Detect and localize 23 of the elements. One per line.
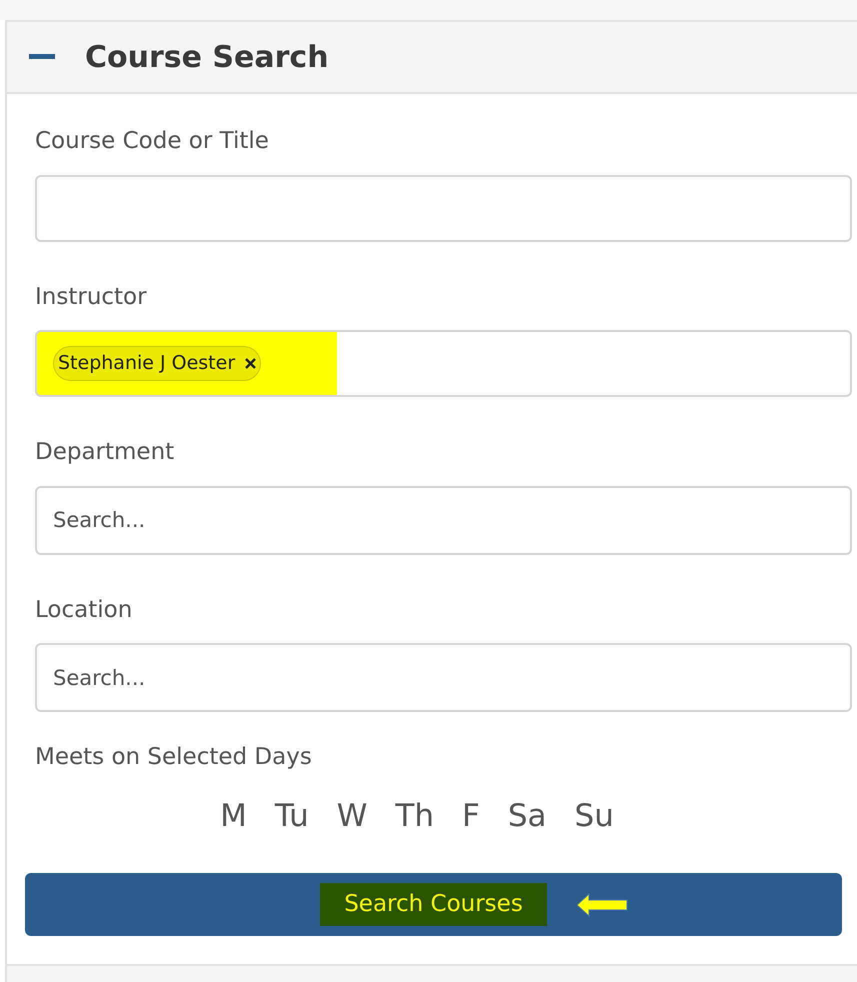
field-label: Course Code or Title [35,127,270,156]
day-toggle[interactable]: Su [570,792,618,839]
day-toggle[interactable]: Th [391,792,438,839]
day-toggle[interactable]: M [216,792,251,839]
field-label: Meets on Selected Days [35,744,312,770]
field-label: Instructor [35,282,148,312]
search-button[interactable]: Search Courses [25,873,842,936]
day-toggle[interactable]: F [458,792,484,839]
panel-title: Course Search [85,38,329,76]
collapse-icon[interactable] [29,53,55,61]
input-field[interactable] [35,174,852,242]
tag-input-field[interactable]: Stephanie J Oester [35,330,852,397]
day-toggle[interactable]: W [332,792,372,839]
input-field[interactable]: Search... [35,486,852,554]
field-label: Location [35,596,134,624]
day-toggle[interactable]: Sa [504,792,551,839]
input-field[interactable]: Search... [35,643,852,712]
arrow-icon [577,893,629,917]
field-label: Department [35,438,176,467]
remove-icon[interactable] [245,358,256,369]
tag-label: Stephanie J Oester [58,351,236,376]
day-toggle[interactable]: Tu [270,792,313,839]
panel-header[interactable]: Course Search [7,20,857,94]
